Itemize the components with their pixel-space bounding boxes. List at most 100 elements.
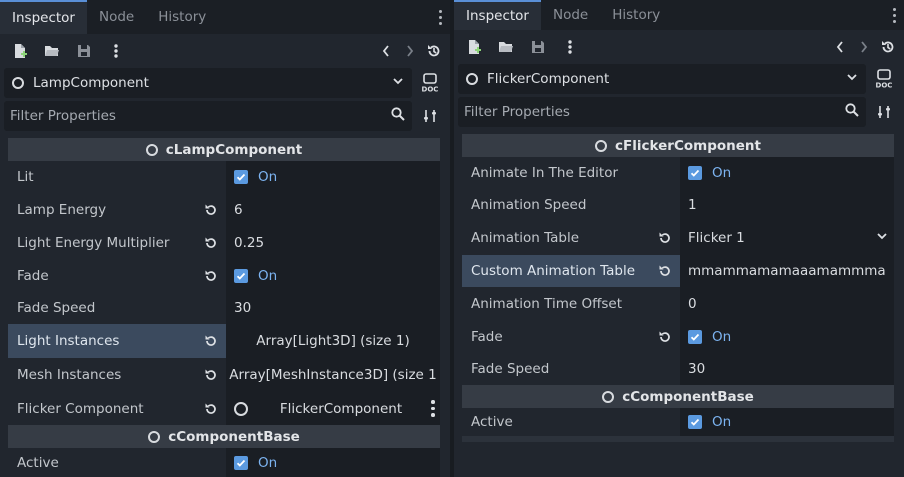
property-list: cLampComponent Lit On Lamp Energy 6 Light Ene… bbox=[8, 138, 440, 477]
revert-icon[interactable] bbox=[196, 358, 226, 392]
filter-placeholder: Filter Properties bbox=[464, 104, 570, 120]
checkbox-label: On bbox=[258, 169, 278, 185]
new-resource-icon[interactable] bbox=[4, 37, 36, 65]
property-label: Lamp Energy bbox=[17, 201, 107, 218]
revert-icon[interactable] bbox=[196, 324, 226, 358]
inspector-toolbar bbox=[454, 31, 904, 63]
checkbox-icon bbox=[234, 268, 248, 283]
tab-menu-icon[interactable] bbox=[430, 0, 450, 34]
property-label: Fade bbox=[471, 328, 503, 345]
chevron-left-icon[interactable] bbox=[828, 33, 852, 61]
search-icon bbox=[390, 106, 406, 126]
filter-properties-input[interactable]: Filter Properties bbox=[458, 97, 866, 127]
chevron-right-icon[interactable] bbox=[398, 37, 422, 65]
save-icon[interactable] bbox=[522, 33, 554, 61]
array-field[interactable]: Array[MeshInstance3D] (size 1 bbox=[226, 358, 440, 392]
revert-icon[interactable] bbox=[650, 255, 680, 287]
property-label: Active bbox=[471, 414, 513, 430]
tab-node[interactable]: Node bbox=[87, 0, 146, 34]
text-field[interactable]: 0 bbox=[680, 287, 894, 320]
property-label: Light Instances bbox=[8, 324, 196, 358]
text-field[interactable]: 0.25 bbox=[226, 226, 440, 259]
checkbox-field[interactable]: On bbox=[226, 448, 440, 477]
chevron-right-icon[interactable] bbox=[852, 33, 876, 61]
property-row: Custom Animation Table mmammamamaaamammma bbox=[462, 255, 894, 287]
inspector-toolbar bbox=[0, 35, 450, 67]
node-path-field[interactable]: FlickerComponent bbox=[226, 392, 440, 425]
tools-icon[interactable] bbox=[870, 97, 898, 127]
property-row: Light Energy Multiplier 0.25 bbox=[8, 226, 440, 259]
new-resource-icon[interactable] bbox=[458, 33, 490, 61]
revert-icon[interactable] bbox=[196, 259, 226, 292]
property-label: Animation Table bbox=[471, 230, 580, 246]
history-icon[interactable] bbox=[422, 37, 446, 65]
doc-icon[interactable]: DOC bbox=[415, 68, 445, 98]
open-folder-icon[interactable] bbox=[490, 33, 522, 61]
search-icon bbox=[844, 102, 860, 122]
section-header[interactable]: cComponentBase bbox=[462, 385, 894, 408]
section-header[interactable]: cLampComponent bbox=[8, 138, 440, 161]
node-icon bbox=[234, 401, 248, 416]
filter-properties-input[interactable]: Filter Properties bbox=[4, 101, 412, 131]
node-icon bbox=[602, 390, 615, 403]
property-row: Animation Table Flicker 1 bbox=[462, 221, 894, 255]
property-row: Active On bbox=[8, 448, 440, 477]
object-selector[interactable]: FlickerComponent bbox=[458, 64, 866, 94]
array-label: Array[Light3D] (size 1) bbox=[256, 333, 410, 349]
dropdown-field[interactable]: Flicker 1 bbox=[680, 221, 894, 255]
revert-icon[interactable] bbox=[650, 221, 680, 255]
checkbox-field[interactable]: On bbox=[226, 259, 440, 292]
text-field[interactable]: 30 bbox=[226, 292, 440, 324]
text-field[interactable]: 30 bbox=[680, 353, 894, 385]
text-field[interactable]: 6 bbox=[226, 193, 440, 226]
object-selector[interactable]: LampComponent bbox=[4, 68, 412, 98]
node-icon bbox=[145, 143, 158, 156]
checkbox-field[interactable]: On bbox=[226, 161, 440, 193]
inspector-panel-left: Inspector Node History LampComponent DOC Filt… bbox=[0, 0, 450, 477]
revert-icon[interactable] bbox=[196, 392, 226, 425]
node-path-label: FlickerComponent bbox=[279, 400, 403, 417]
property-label: Flicker Component bbox=[17, 400, 144, 417]
revert-slot bbox=[196, 292, 226, 324]
selected-node-name: LampComponent bbox=[33, 75, 149, 91]
tools-icon[interactable] bbox=[416, 101, 444, 131]
doc-icon[interactable]: DOC bbox=[869, 64, 899, 94]
property-label: Animate In The Editor bbox=[471, 164, 619, 181]
checkbox-field[interactable]: On bbox=[680, 157, 894, 188]
section-title: cComponentBase bbox=[622, 388, 754, 405]
filter-placeholder: Filter Properties bbox=[10, 108, 116, 124]
section-header[interactable]: cFlickerComponent bbox=[462, 134, 894, 157]
tab-inspector[interactable]: Inspector bbox=[454, 0, 541, 30]
more-vert-icon[interactable] bbox=[554, 33, 586, 61]
property-row: Mesh Instances Array[MeshInstance3D] (siz… bbox=[8, 358, 440, 392]
tab-bar: Inspector Node History bbox=[0, 0, 450, 34]
tab-inspector[interactable]: Inspector bbox=[0, 0, 87, 34]
chevron-left-icon[interactable] bbox=[374, 37, 398, 65]
revert-icon[interactable] bbox=[650, 320, 680, 353]
property-label: Fade Speed bbox=[17, 300, 96, 316]
more-vert-icon[interactable] bbox=[100, 37, 132, 65]
checkbox-icon bbox=[688, 415, 702, 429]
checkbox-field[interactable]: On bbox=[680, 320, 894, 353]
tab-bar: Inspector Node History bbox=[454, 0, 904, 30]
save-icon[interactable] bbox=[68, 37, 100, 65]
revert-icon[interactable] bbox=[196, 193, 226, 226]
tab-history[interactable]: History bbox=[146, 0, 218, 34]
tab-menu-icon[interactable] bbox=[884, 0, 904, 30]
property-row: Light Instances Array[Light3D] (size 1) bbox=[8, 324, 440, 358]
svg-text:DOC: DOC bbox=[422, 86, 439, 94]
checkbox-icon bbox=[234, 456, 248, 470]
open-folder-icon[interactable] bbox=[36, 37, 68, 65]
more-vert-icon[interactable] bbox=[426, 400, 440, 417]
tab-node[interactable]: Node bbox=[541, 0, 600, 30]
history-icon[interactable] bbox=[876, 33, 900, 61]
text-field[interactable]: mmammamamaaamammma bbox=[680, 255, 894, 287]
text-field[interactable]: 1 bbox=[680, 188, 894, 221]
tab-history[interactable]: History bbox=[600, 0, 672, 30]
revert-icon[interactable] bbox=[196, 226, 226, 259]
checkbox-field[interactable]: On bbox=[680, 408, 894, 436]
section-title: cFlickerComponent bbox=[615, 137, 761, 154]
property-row: Fade On bbox=[8, 259, 440, 292]
section-header[interactable]: cComponentBase bbox=[8, 425, 440, 448]
array-field[interactable]: Array[Light3D] (size 1) bbox=[226, 324, 440, 358]
